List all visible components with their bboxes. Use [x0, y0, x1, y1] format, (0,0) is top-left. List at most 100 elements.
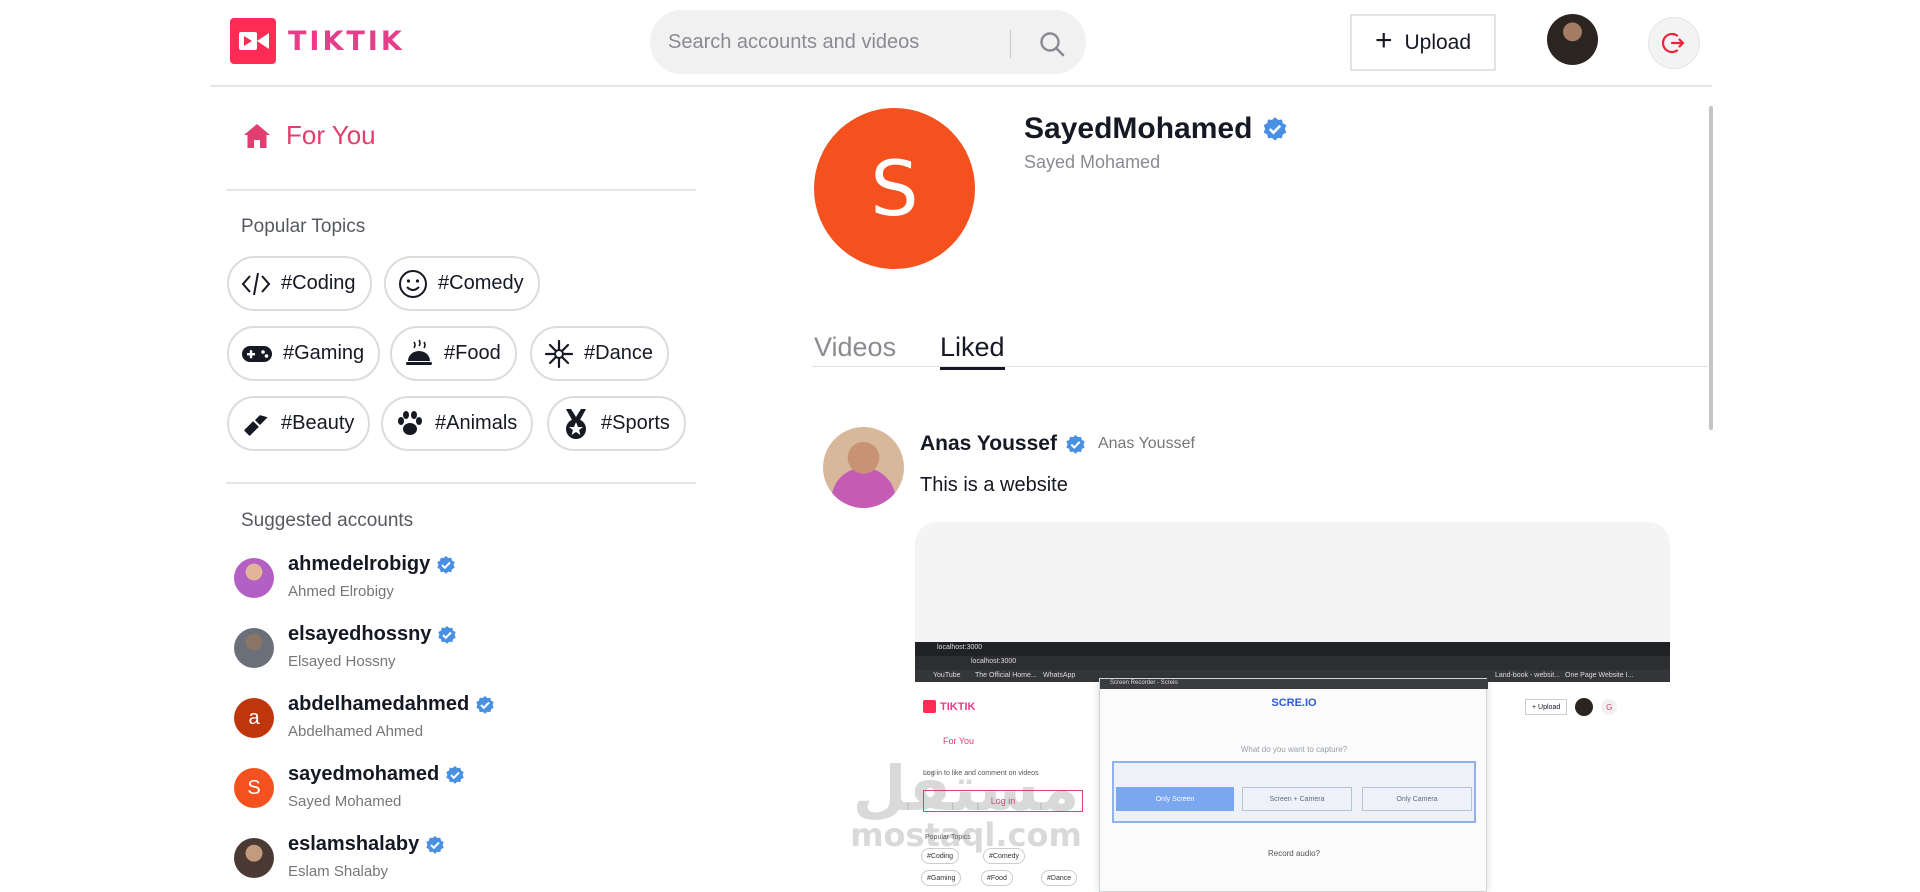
- account-handle: elsayedhossny: [288, 623, 432, 645]
- video-topic-chip: #Food: [981, 870, 1013, 886]
- video-bookmark: The Official Home...: [975, 672, 1037, 679]
- video-frame: localhost:3000 localhost:3000 YouTube Th…: [915, 642, 1670, 892]
- video-dialog-brand: SCRE.IO: [1271, 697, 1317, 709]
- topic-label: #Beauty: [281, 412, 355, 434]
- account-name: Elsayed Hossny: [288, 653, 396, 670]
- topic-sports[interactable]: #Sports: [547, 396, 686, 451]
- verified-badge-icon: [476, 695, 494, 714]
- topic-coding[interactable]: #Coding: [227, 256, 372, 311]
- suggested-accounts-title: Suggested accounts: [241, 510, 414, 531]
- camera-logo-icon: [230, 18, 276, 64]
- avatar: [234, 838, 274, 878]
- video-address: localhost:3000: [971, 658, 1017, 665]
- suggested-account[interactable]: ahmedelrobigy Ahmed Elrobigy: [234, 552, 674, 612]
- profile-avatar: S: [814, 108, 975, 269]
- avatar: [234, 628, 274, 668]
- video-bookmark: One Page Website I...: [1565, 672, 1634, 679]
- account-handle: sayedmohamed: [288, 763, 440, 785]
- sidebar-divider: [226, 482, 696, 484]
- video-dialog-option: Only Screen: [1116, 787, 1234, 811]
- topic-animals[interactable]: #Animals: [381, 396, 534, 451]
- video-player[interactable]: localhost:3000 localhost:3000 YouTube Th…: [915, 522, 1670, 892]
- medal-icon: [566, 408, 586, 439]
- code-icon: [241, 272, 271, 295]
- logout-icon: [1662, 32, 1685, 54]
- smiley-icon: [399, 269, 427, 298]
- avatar: [234, 558, 274, 598]
- scrollbar-thumb[interactable]: [1709, 106, 1713, 430]
- post-author-handle[interactable]: Anas Youssef: [920, 432, 1057, 456]
- profile-main: S SayedMohamed Sayed Mohamed Videos Like…: [812, 90, 1713, 892]
- topic-beauty[interactable]: #Beauty: [227, 396, 371, 451]
- profile-handle: SayedMohamed: [1024, 112, 1253, 145]
- account-handle-row: ahmedelrobigy: [288, 553, 456, 576]
- topic-label: #Comedy: [438, 272, 524, 294]
- tabs-divider: [812, 366, 1708, 367]
- video-dialog-option: Screen + Camera: [1242, 787, 1352, 811]
- account-handle: abdelhamedahmed: [288, 693, 470, 715]
- tab-videos[interactable]: Videos: [814, 332, 896, 367]
- verified-badge-icon: [437, 555, 455, 574]
- video-bookmark: Land-book - websit...: [1495, 672, 1560, 679]
- video-header-right: + Upload G: [1525, 698, 1618, 716]
- topic-label: #Coding: [281, 272, 356, 294]
- suggested-account[interactable]: S sayedmohamed Sayed Mohamed: [234, 762, 674, 822]
- upload-button[interactable]: + Upload: [1350, 14, 1496, 71]
- post-author-avatar[interactable]: [823, 427, 904, 508]
- video-popular-topics: Popular Topics: [925, 834, 971, 841]
- video-login-prompt: Log in to like and comment on videos: [923, 770, 1039, 777]
- plus-icon: +: [1374, 24, 1393, 57]
- avatar: a: [234, 698, 274, 738]
- search-input[interactable]: [650, 10, 1004, 74]
- video-avatar: [1575, 698, 1594, 716]
- sidebar: For You Popular Topics #Coding #Comedy #…: [226, 90, 696, 892]
- topic-label: #Gaming: [283, 342, 365, 364]
- topic-label: #Animals: [435, 412, 518, 434]
- tab-liked[interactable]: Liked: [940, 332, 1005, 370]
- gamepad-icon: [242, 345, 272, 362]
- account-name: Sayed Mohamed: [288, 793, 402, 810]
- logout-button[interactable]: [1648, 17, 1700, 69]
- user-avatar[interactable]: [1547, 14, 1598, 65]
- sidebar-item-for-you[interactable]: For You: [242, 120, 376, 151]
- paw-icon: [398, 410, 422, 435]
- account-handle: eslamshalaby: [288, 833, 420, 855]
- suggested-account[interactable]: a abdelhamedahmed Abdelhamed Ahmed: [234, 692, 674, 752]
- topic-label: #Sports: [601, 412, 670, 434]
- suggested-account[interactable]: eslamshalaby Eslam Shalaby: [234, 832, 674, 892]
- account-handle: ahmedelrobigy: [288, 553, 431, 575]
- video-login-button: Log in: [923, 790, 1083, 812]
- search-bar: [650, 10, 1086, 74]
- for-you-label: For You: [286, 120, 376, 150]
- avatar: S: [234, 768, 274, 808]
- topic-food[interactable]: #Food: [390, 326, 517, 381]
- video-topic-chip: #Dance: [1041, 870, 1078, 886]
- popular-topics-title: Popular Topics: [241, 216, 366, 237]
- video-dialog-options: Only Screen Screen + Camera Only Camera: [1112, 761, 1476, 823]
- account-name: Ahmed Elrobigy: [288, 583, 394, 600]
- verified-badge-icon: [446, 765, 464, 784]
- video-browser-tabbar: localhost:3000: [915, 642, 1670, 656]
- topic-label: #Food: [444, 342, 501, 364]
- search-divider: [1010, 30, 1011, 58]
- video-topic-chip: #Coding: [921, 848, 960, 864]
- topic-comedy[interactable]: #Comedy: [384, 256, 540, 311]
- topic-gaming[interactable]: #Gaming: [227, 326, 381, 381]
- suggested-account[interactable]: elsayedhossny Elsayed Hossny: [234, 622, 674, 682]
- verified-badge-icon: [426, 835, 444, 854]
- food-cloche-icon: [406, 339, 432, 365]
- topic-dance[interactable]: #Dance: [530, 326, 669, 381]
- video-recorder-dialog: Screen Recorder - Screlo SCRE.IO What do…: [1099, 678, 1488, 892]
- home-icon: [244, 123, 270, 148]
- video-browser-address: localhost:3000: [915, 656, 1670, 670]
- video-for-you: For You: [943, 736, 975, 746]
- video-dialog-audio: Record audio?: [1267, 849, 1321, 858]
- profile-handle-row: SayedMohamed: [1024, 112, 1288, 146]
- search-icon[interactable]: [1038, 30, 1066, 58]
- video-topic-chip: #Comedy: [983, 848, 1025, 864]
- tiktik-logo[interactable]: TIKTIK: [230, 18, 405, 64]
- post-caption: This is a website: [920, 474, 1068, 496]
- video-dialog-option: Only Camera: [1362, 787, 1472, 811]
- video-tab-title: localhost:3000: [937, 644, 983, 651]
- video-topic-chip: #Gaming: [921, 870, 962, 886]
